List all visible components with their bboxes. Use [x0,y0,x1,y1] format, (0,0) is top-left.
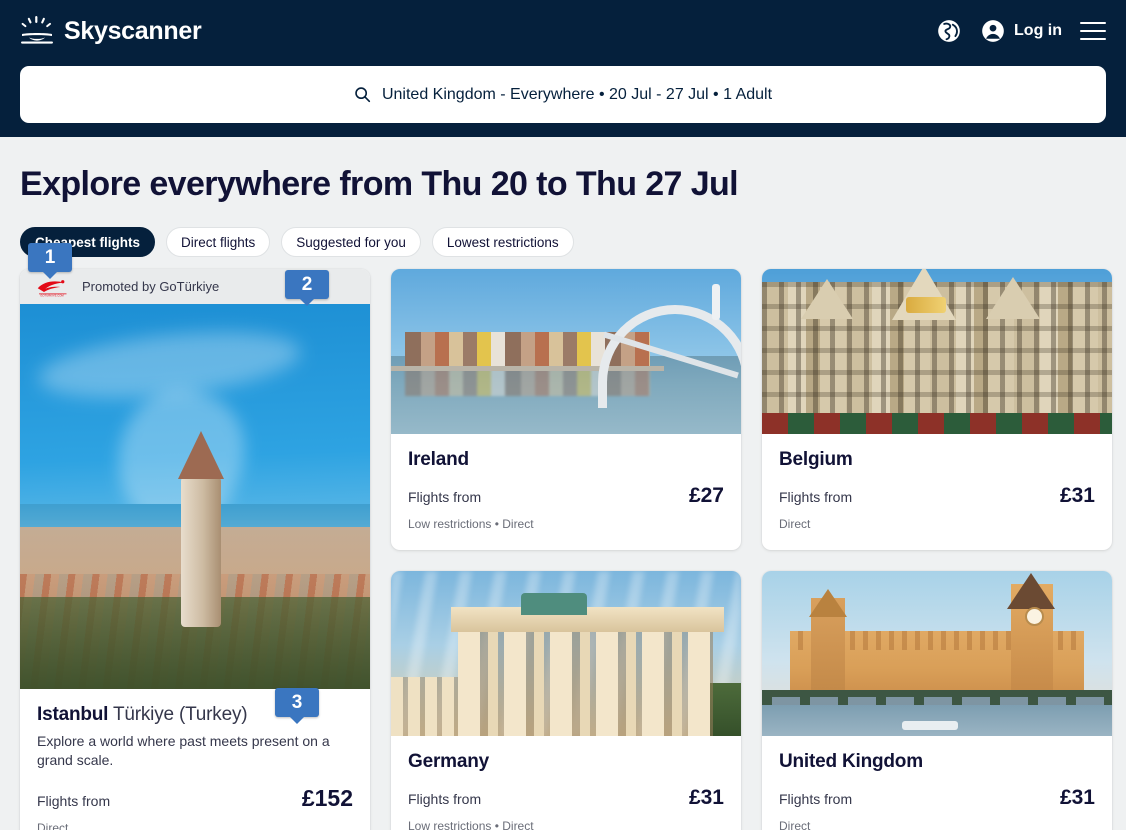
germany-card-title: Germany [408,751,489,773]
globe-icon[interactable] [936,18,962,44]
featured-city-name: Istanbul [37,704,109,725]
annotation-badge-1: 1 [28,243,72,272]
destination-card-belgium[interactable]: Belgium Flights from £31 Direct [762,269,1112,551]
germany-card-body: Germany Flights from £31 Low restriction… [391,736,741,830]
destination-card-united-kingdom[interactable]: United Kingdom Flights from £31 Direct [762,571,1112,830]
flights-from-label: Flights from [408,489,482,505]
search-icon [354,86,371,103]
belgium-price-row: Flights from £31 [779,484,1095,508]
search-summary-text: United Kingdom - Everywhere • 20 Jul - 2… [381,85,773,103]
annotation-badge-2: 2 [285,270,329,299]
destination-card-featured[interactable]: GOTURKIYE.COM Promoted by GoTürkiye Ista… [20,269,370,830]
belgium-price: £31 [1059,484,1095,507]
belgium-card-title: Belgium [779,449,853,470]
flights-from-label: Flights from [408,791,482,808]
uk-price: £31 [1059,786,1095,810]
sunburst-logo-icon [20,16,54,46]
featured-card-description: Explore a world where past meets present… [37,733,330,769]
photo-river-boat [902,720,958,730]
tab-direct-flights[interactable]: Direct flights [166,227,271,257]
tab-suggested-for-you[interactable]: Suggested for you [281,227,421,257]
photo-entablature [450,607,724,633]
belgium-card-meta: Direct [779,517,811,531]
ireland-card-title: Ireland [408,449,469,470]
brussels-grand-place-photo [762,269,1112,434]
germany-price: £31 [688,786,724,810]
uk-card-meta: Direct [779,819,811,830]
page-title: Explore everywhere from Thu 20 to Thu 27… [20,165,739,203]
photo-quadriga-statue [520,592,587,615]
featured-country-name: Türkiye (Turkey) [108,704,248,725]
login-label: Log in [1014,22,1062,39]
ireland-price: £27 [688,484,724,507]
dublin-hapenny-bridge-photo [391,269,741,434]
filter-tabs: Cheapest flights Direct flights Suggeste… [20,227,1106,257]
photo-columns-layer [457,632,713,737]
search-summary-inner: United Kingdom - Everywhere • 20 Jul - 2… [354,86,772,104]
flights-from-label: Flights from [37,793,111,810]
belgium-card-body: Belgium Flights from £31 Direct [762,434,1112,548]
flights-from-label: Flights from [779,791,853,808]
login-button[interactable]: Log in [980,18,1062,44]
goturkiye-logo-icon: GOTURKIYE.COM [35,277,73,297]
flights-from-label: Flights from [779,489,853,505]
germany-price-row: Flights from £31 [408,786,724,810]
photo-victoria-tower-roof [809,589,848,618]
photo-gilded-detail [905,297,946,314]
uk-card-body: United Kingdom Flights from £31 Direct [762,736,1112,830]
london-westminster-photo [762,571,1112,737]
page-content: Explore everywhere from Thu 20 to Thu 27… [0,165,1126,830]
svg-text:GOTURKIYE.COM: GOTURKIYE.COM [40,293,64,297]
annotation-badge-3: 3 [275,688,319,717]
photo-big-ben-roof [1006,572,1055,609]
photo-gable [800,278,853,319]
uk-card-title: United Kingdom [779,751,923,773]
featured-card-meta: Direct [37,821,69,830]
photo-awnings-layer [762,412,1112,434]
hamburger-menu-icon[interactable] [1080,22,1106,40]
photo-galata-tower [181,477,221,628]
photo-bridge-lamp [712,283,720,320]
featured-price-row: Flights from £152 [37,785,353,812]
istanbul-skyline-photo [20,304,370,689]
account-person-icon [980,18,1006,44]
brand-name-text: Skyscanner [64,16,202,45]
burger-line [1080,29,1106,33]
header-actions: Log in [936,18,1106,44]
destination-card-ireland[interactable]: Ireland Flights from £27 Low restriction… [391,269,741,551]
destination-grid: GOTURKIYE.COM Promoted by GoTürkiye Ista… [20,269,1112,830]
destination-card-germany[interactable]: Germany Flights from £31 Low restriction… [391,571,741,830]
ireland-card-body: Ireland Flights from £27 Low restriction… [391,434,741,548]
search-summary-bar[interactable]: United Kingdom - Everywhere • 20 Jul - 2… [20,66,1106,123]
photo-galata-tower-roof [177,431,224,480]
promoted-label: Promoted by GoTürkiye [82,279,220,294]
burger-line [1080,37,1106,40]
uk-price-row: Flights from £31 [779,786,1095,810]
tab-lowest-restrictions[interactable]: Lowest restrictions [431,227,574,257]
berlin-brandenburg-gate-photo [391,571,741,737]
photo-gable [986,277,1040,320]
ireland-price-row: Flights from £27 [408,484,724,508]
header-top-bar: Skyscanner Log in [20,0,1106,62]
brand-logo-link[interactable]: Skyscanner [20,16,202,46]
burger-line [1080,22,1106,25]
site-header: Skyscanner Log in United Kingdom - Every… [0,0,1126,137]
ireland-card-meta: Low restrictions • Direct [408,517,534,531]
featured-price: £152 [301,785,353,812]
germany-card-meta: Low restrictions • Direct [408,819,534,830]
